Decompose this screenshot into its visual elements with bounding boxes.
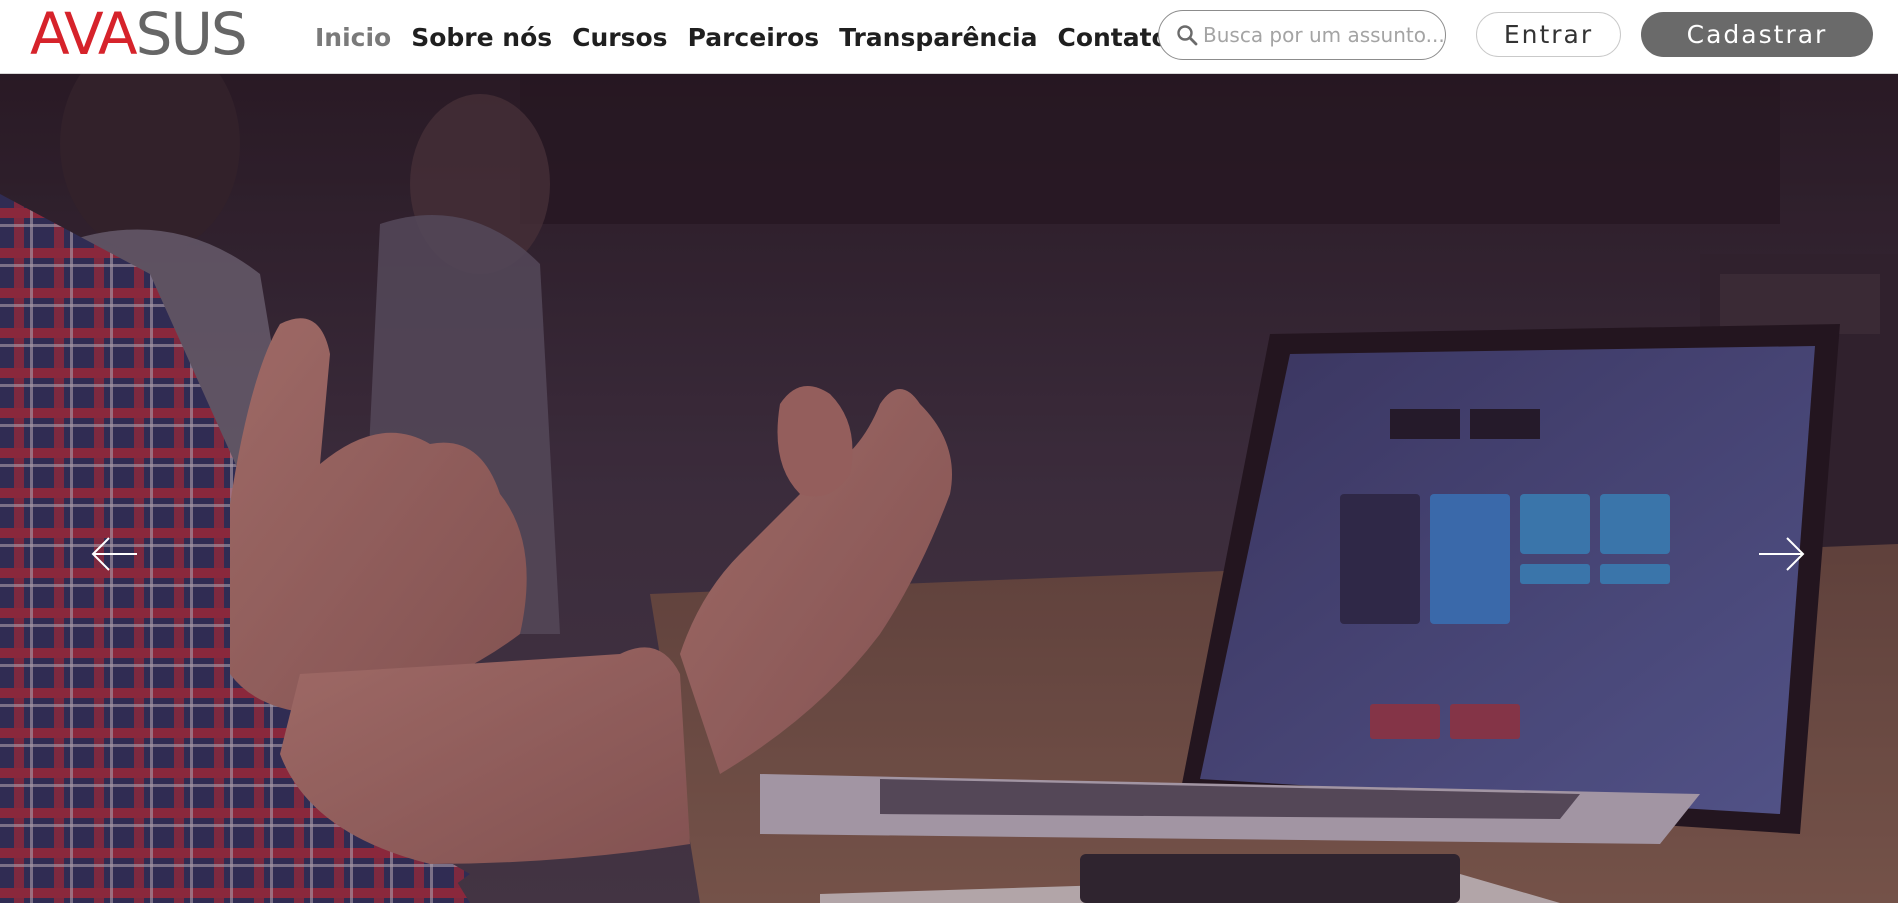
logo-sus-text: SUS: [135, 0, 248, 68]
arrow-right-icon: [1759, 537, 1805, 571]
carousel-prev-button[interactable]: [84, 524, 144, 584]
login-button[interactable]: Entrar: [1476, 12, 1621, 57]
main-nav: Inicio Sobre nós Cursos Parceiros Transp…: [305, 0, 1179, 74]
nav-item-inicio[interactable]: Inicio: [305, 23, 401, 52]
carousel-next-button[interactable]: [1752, 524, 1812, 584]
signup-button[interactable]: Cadastrar: [1641, 12, 1873, 57]
nav-item-sobre-nos[interactable]: Sobre nós: [401, 23, 562, 52]
hero-overlay: [0, 74, 1898, 903]
search-input[interactable]: [1203, 23, 1443, 47]
search-icon: [1177, 25, 1198, 46]
nav-item-parceiros[interactable]: Parceiros: [678, 23, 830, 52]
hero-carousel: [0, 74, 1898, 903]
nav-item-transparencia[interactable]: Transparência: [829, 23, 1047, 52]
search-box[interactable]: [1158, 10, 1446, 60]
logo-ava-text: AVA: [30, 0, 138, 68]
site-header: AVASUS Inicio Sobre nós Cursos Parceiros…: [0, 0, 1898, 74]
arrow-left-icon: [91, 537, 137, 571]
nav-item-cursos[interactable]: Cursos: [562, 23, 677, 52]
avasus-logo[interactable]: AVASUS: [30, 5, 248, 63]
